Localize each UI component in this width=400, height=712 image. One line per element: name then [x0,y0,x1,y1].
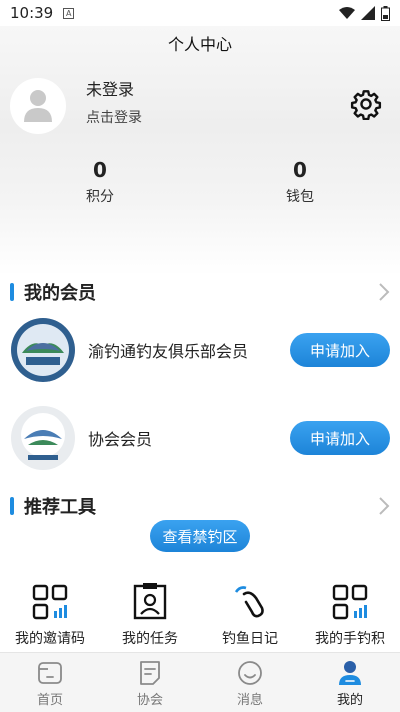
section-accent-bar [10,283,14,301]
association-member-name: 协会会员 [88,430,153,449]
points-label[interactable]: 积分 [70,186,130,206]
battery-icon [381,5,390,21]
tab-messages[interactable]: 消息 [200,653,300,712]
wallet-value[interactable]: 0 [270,158,330,182]
home-icon [38,662,62,684]
club-logo-icon [11,318,75,382]
grid-chart-icon [332,584,368,620]
wifi-icon [339,7,355,19]
tab-home[interactable]: 首页 [0,653,100,712]
club-member-name: 渝钓通钓友俱乐部会员 [88,342,249,361]
club-member-row[interactable]: 渝钓通钓友俱乐部会员 申请加入 [10,316,390,384]
tool-invite-label: 我的邀请码 [15,631,85,647]
signal-icon [361,6,375,20]
page-title: 个人中心 [167,35,232,54]
tools-section-header[interactable]: 推荐工具 [10,494,390,518]
tool-diary-label: 钓鱼日记 [222,631,278,647]
tool-my-points[interactable]: 我的手钓积 [300,582,400,652]
chevron-right-icon[interactable] [378,497,390,515]
document-icon [140,661,160,685]
association-apply-button[interactable]: 申请加入 [290,421,390,455]
wallet-label[interactable]: 钱包 [270,186,330,206]
banned-zone-button[interactable]: 查看禁钓区 [150,520,250,552]
tab-messages-label: 消息 [236,693,263,708]
membership-section-header[interactable]: 我的会员 [10,280,390,304]
association-logo-icon [11,406,75,470]
status-bar: 10:39 A [0,0,400,26]
tab-mine[interactable]: 我的 [300,653,400,712]
tab-association-label: 协会 [136,693,163,708]
club-apply-button[interactable]: 申请加入 [290,333,390,367]
bottom-tab-bar: 首页 协会 消息 我的 [0,652,400,712]
grid-chart-icon [32,584,68,620]
notification-badge: A [63,7,75,19]
points-value[interactable]: 0 [70,158,130,182]
tool-invite-code[interactable]: 我的邀请码 [0,582,100,652]
tool-my-tasks[interactable]: 我的任务 [100,582,200,652]
login-link[interactable]: 点击登录 [86,107,142,127]
avatar[interactable] [10,78,66,134]
profile-header-background [0,26,400,276]
tools-title: 推荐工具 [24,497,96,518]
person-icon [339,661,361,685]
tool-fishing-diary[interactable]: 钓鱼日记 [200,582,300,652]
tab-association[interactable]: 协会 [100,653,200,712]
association-member-row[interactable]: 协会会员 申请加入 [10,404,390,472]
portrait-frame-icon [133,583,167,620]
tool-tasks-label: 我的任务 [122,631,178,647]
user-placeholder-icon [24,90,52,122]
tab-home-label: 首页 [36,693,63,708]
chevron-right-icon[interactable] [378,283,390,301]
tab-mine-label: 我的 [336,693,363,708]
login-status: 未登录 [86,80,135,99]
status-time: 10:39 [10,4,54,22]
smile-icon [238,661,262,685]
tools-grid: 我的邀请码 我的任务 钓鱼日记 我的手钓积 [0,582,400,652]
section-accent-bar [10,497,14,515]
membership-title: 我的会员 [24,283,96,304]
status-icons [339,5,390,21]
fishing-hook-icon [234,586,264,618]
gear-icon[interactable] [350,88,382,120]
tool-points-label: 我的手钓积 [315,631,385,647]
